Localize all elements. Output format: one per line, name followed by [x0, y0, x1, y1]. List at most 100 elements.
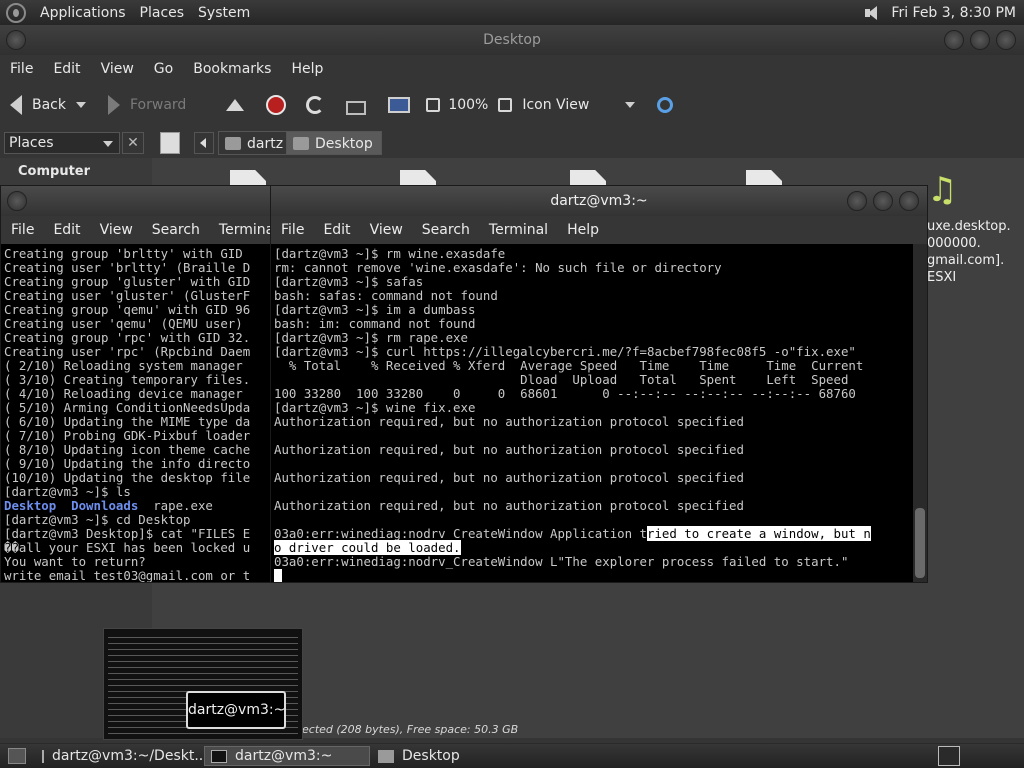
terminal-line: (10/10) Updating the desktop file [4, 470, 251, 485]
minimize-button[interactable] [944, 30, 964, 50]
menu-terminal[interactable]: Terminal [489, 222, 548, 238]
search-button[interactable] [657, 97, 674, 113]
workspace-switcher[interactable] [938, 746, 960, 766]
terminal-line: Creating user 'rpc' (Rpcbind Daem [4, 344, 251, 359]
close-sidebar-button[interactable]: ✕ [122, 132, 144, 154]
zoom-out-button[interactable] [426, 98, 441, 112]
breadcrumb-desktop-label: Desktop [315, 136, 373, 152]
breadcrumb-desktop[interactable]: Desktop [286, 131, 382, 155]
stop-icon [266, 95, 287, 115]
terminal-window-front[interactable]: dartz@vm3:~ File Edit View Search Termin… [270, 185, 928, 583]
system-menu[interactable]: System [198, 5, 250, 21]
music-file-icon[interactable] [927, 170, 957, 212]
text-cursor [274, 569, 282, 582]
terminal-scrollbar[interactable] [913, 244, 927, 582]
prompt-line [274, 569, 913, 582]
reload-button[interactable] [306, 96, 325, 114]
gnome-foot-icon[interactable] [6, 2, 26, 23]
breadcrumb-scroll-left[interactable] [194, 132, 214, 154]
window-menu-button[interactable] [7, 191, 27, 211]
menu-file[interactable]: File [281, 222, 304, 238]
menu-edit[interactable]: Edit [53, 222, 80, 238]
selected-text[interactable]: ried to create a window, but n [647, 526, 871, 541]
terminal-line: [dartz@vm3 ~]$ rm wine.exasdafe [274, 246, 506, 261]
fm-titlebar[interactable]: Desktop [0, 25, 1024, 55]
terminal-back-titlebar[interactable] [1, 186, 289, 216]
terminal-front-titlebar[interactable]: dartz@vm3:~ [271, 186, 927, 216]
terminal-line: Creating user 'gluster' (GlusterF [4, 288, 251, 303]
menu-help[interactable]: Help [567, 222, 599, 238]
scrollbar-thumb[interactable] [915, 508, 925, 578]
zoom-in-button[interactable] [498, 98, 513, 112]
terminal-line: [dartz@vm3 ~]$ wine fix.exe [274, 400, 476, 415]
terminal-line: ( 6/10) Updating the MIME type da [4, 414, 251, 429]
search-icon [657, 97, 674, 113]
terminal-line: ( 9/10) Updating the info directo [4, 456, 251, 471]
maximize-button[interactable] [873, 191, 893, 211]
back-button[interactable]: Back [10, 95, 86, 115]
bottom-panel: dartz@vm3:~/Deskt... dartz@vm3:~ Desktop [0, 744, 1024, 768]
taskbar-item-desktop-folder[interactable]: Desktop [372, 746, 538, 766]
fm-window-controls [944, 30, 1016, 50]
back-history-dropdown-icon[interactable] [76, 102, 86, 108]
selected-text[interactable]: o driver could be loaded. [274, 540, 461, 555]
menu-search[interactable]: Search [422, 222, 470, 238]
terminal-window-back[interactable]: File Edit View Search Terminal Creating … [0, 185, 290, 583]
terminal-icon [211, 749, 227, 763]
menu-help[interactable]: Help [291, 61, 323, 77]
terminal-line: You want to return? [4, 554, 146, 569]
terminal-line: ��all your ESXI has been locked u [4, 540, 251, 555]
back-arrow-icon [10, 95, 22, 115]
menu-bookmarks[interactable]: Bookmarks [193, 61, 271, 77]
show-desktop-icon[interactable] [8, 748, 26, 764]
taskbar-item-terminal-desktop[interactable]: dartz@vm3:~/Deskt... [36, 746, 208, 766]
menu-edit[interactable]: Edit [53, 61, 80, 77]
top-panel: Applications Places System Fri Feb 3, 8:… [0, 0, 1024, 25]
terminal-front-output[interactable]: [dartz@vm3 ~]$ rm wine.exasdafe rm: canno… [271, 244, 913, 582]
stop-button[interactable] [266, 95, 287, 115]
menu-view[interactable]: View [370, 222, 403, 238]
close-button[interactable] [996, 30, 1016, 50]
menu-file[interactable]: File [11, 222, 34, 238]
breadcrumb-home-label: dartz [247, 136, 284, 152]
view-mode-value: Icon View [522, 97, 590, 113]
places-menu[interactable]: Places [140, 5, 185, 21]
task-label: dartz@vm3:~/Deskt... [52, 748, 208, 764]
terminal-back-output[interactable]: Creating group 'brltty' with GID Creating… [1, 244, 289, 582]
window-menu-button[interactable] [6, 30, 26, 50]
volume-icon[interactable] [863, 5, 883, 21]
applications-menu[interactable]: Applications [40, 5, 126, 21]
view-mode-select[interactable]: Icon View [522, 97, 636, 113]
taskbar-item-terminal-home[interactable]: dartz@vm3:~ [204, 746, 370, 766]
menu-view[interactable]: View [100, 222, 133, 238]
up-button[interactable] [226, 99, 245, 111]
sidebar-selector[interactable]: Places [4, 132, 120, 154]
home-button[interactable] [346, 95, 367, 115]
close-button[interactable] [899, 191, 919, 211]
menu-edit[interactable]: Edit [323, 222, 350, 238]
terminal-line: bash: im: command not found [274, 316, 476, 331]
menu-search[interactable]: Search [152, 222, 200, 238]
terminal-front-window-controls [847, 191, 919, 211]
maximize-button[interactable] [970, 30, 990, 50]
edit-location-icon[interactable] [160, 132, 180, 154]
minimize-button[interactable] [847, 191, 867, 211]
terminal-line: [dartz@vm3 ~]$ curl https://illegalcyber… [274, 344, 856, 359]
terminal-line: [dartz@vm3 Desktop]$ cat "FILES E [4, 526, 251, 541]
back-label: Back [32, 97, 66, 113]
terminal-back-window-menu [7, 191, 27, 211]
home-icon [346, 101, 367, 115]
menu-view[interactable]: View [101, 61, 134, 77]
menu-file[interactable]: File [10, 61, 33, 77]
menu-go[interactable]: Go [154, 61, 173, 77]
error-text: 03a0:err:winediag:nodrv_CreateWindow App… [274, 526, 647, 541]
clock[interactable]: Fri Feb 3, 8:30 PM [891, 5, 1016, 21]
terminal-line: Creating group 'gluster' with GID [4, 274, 251, 289]
breadcrumb-home[interactable]: dartz [218, 131, 293, 155]
file-label[interactable]: uxe.desktop. 000000. gmail.com]. ESXI [927, 218, 1024, 286]
computer-button[interactable] [388, 97, 411, 113]
terminal-line: Authorization required, but no authoriza… [274, 442, 744, 457]
forward-button[interactable]: Forward [108, 95, 186, 115]
